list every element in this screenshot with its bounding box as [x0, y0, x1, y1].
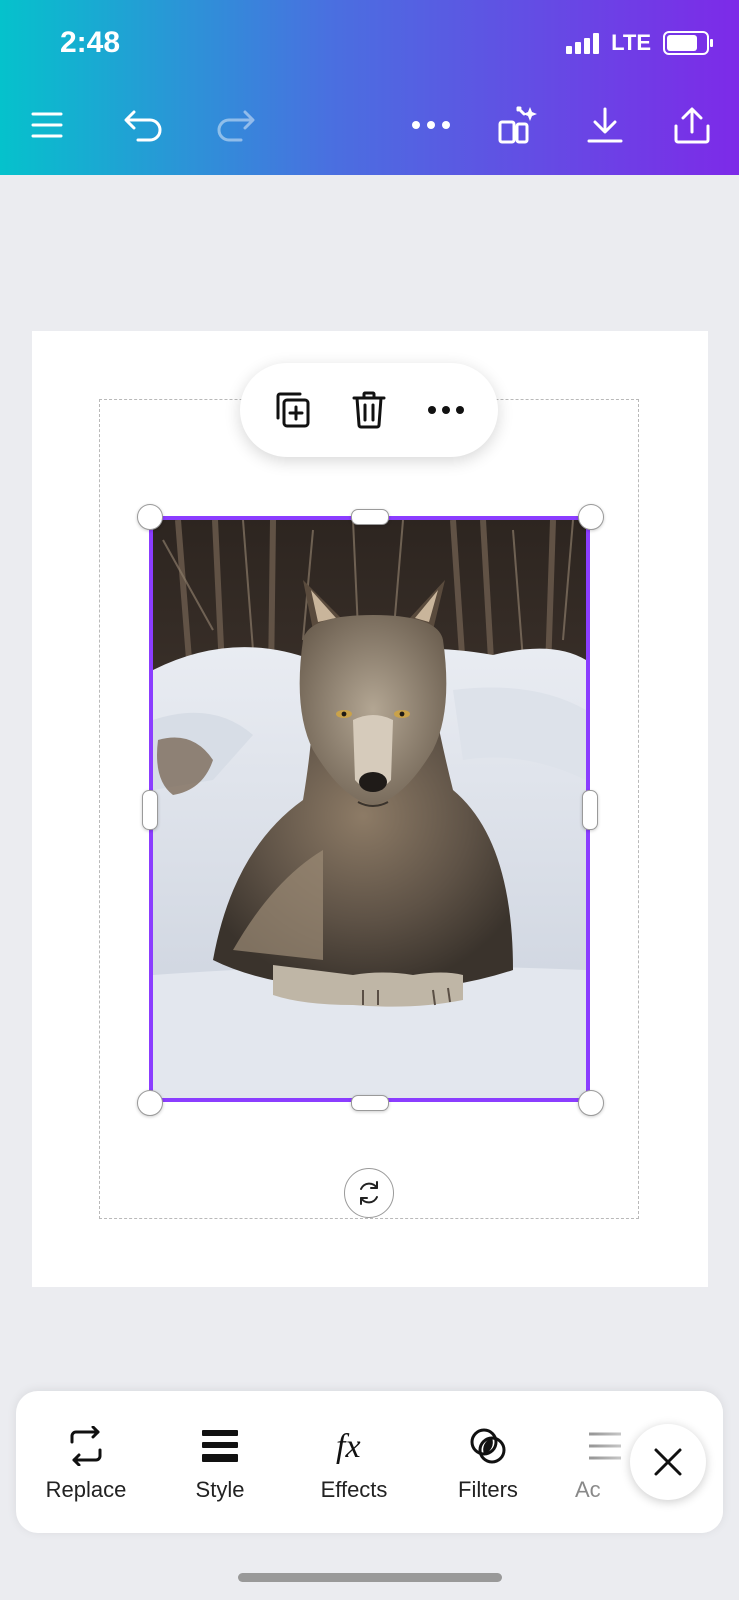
effects-button[interactable]: fx Effects — [299, 1421, 409, 1503]
resize-handle-bottom[interactable] — [351, 1095, 389, 1111]
duplicate-icon[interactable] — [262, 380, 322, 440]
replace-label: Replace — [45, 1477, 127, 1502]
status-time: 2:48 — [60, 26, 121, 59]
network-type: LTE — [611, 30, 651, 55]
style-button[interactable]: Style — [165, 1421, 275, 1503]
selected-image-wolf[interactable] — [149, 516, 590, 1102]
style-icon — [165, 1421, 275, 1471]
download-icon[interactable] — [580, 100, 630, 150]
replace-button[interactable]: Replace — [31, 1421, 141, 1503]
svg-text:fx: fx — [336, 1428, 361, 1465]
delete-icon[interactable] — [339, 380, 399, 440]
replace-icon — [31, 1421, 141, 1471]
resize-handle-bottom-left[interactable] — [137, 1090, 163, 1116]
share-icon[interactable] — [667, 100, 717, 150]
top-bar: 2:48 LTE — [0, 0, 739, 175]
filters-button[interactable]: Filters — [433, 1421, 543, 1503]
filters-label: Filters — [458, 1477, 518, 1502]
close-icon — [654, 1448, 682, 1476]
magic-resize-icon[interactable] — [492, 100, 542, 150]
resize-handle-top-right[interactable] — [578, 504, 604, 530]
more-options-icon[interactable] — [416, 380, 476, 440]
home-indicator — [238, 1573, 502, 1582]
battery-icon — [663, 31, 713, 55]
status-indicators: LTE — [566, 30, 713, 56]
close-button[interactable] — [630, 1424, 706, 1500]
rotate-icon — [360, 1181, 378, 1205]
resize-handle-top-left[interactable] — [137, 504, 163, 530]
redo-icon[interactable] — [210, 100, 260, 150]
element-context-toolbar — [240, 363, 498, 457]
resize-handle-left[interactable] — [142, 790, 158, 830]
filters-icon — [433, 1421, 543, 1471]
resize-handle-right[interactable] — [582, 790, 598, 830]
more-options-icon[interactable] — [406, 100, 456, 150]
bottom-tools-panel: Replace Style fx Effects Filters Ac — [16, 1391, 723, 1533]
wolf-photo — [153, 520, 586, 1098]
undo-icon[interactable] — [119, 100, 169, 150]
resize-handle-top[interactable] — [351, 509, 389, 525]
signal-icon — [566, 32, 600, 54]
menu-icon[interactable] — [22, 100, 72, 150]
effects-icon: fx — [299, 1421, 409, 1471]
resize-handle-bottom-right[interactable] — [578, 1090, 604, 1116]
style-label: Style — [195, 1477, 245, 1502]
rotate-handle[interactable] — [344, 1168, 394, 1218]
effects-label: Effects — [320, 1477, 388, 1502]
